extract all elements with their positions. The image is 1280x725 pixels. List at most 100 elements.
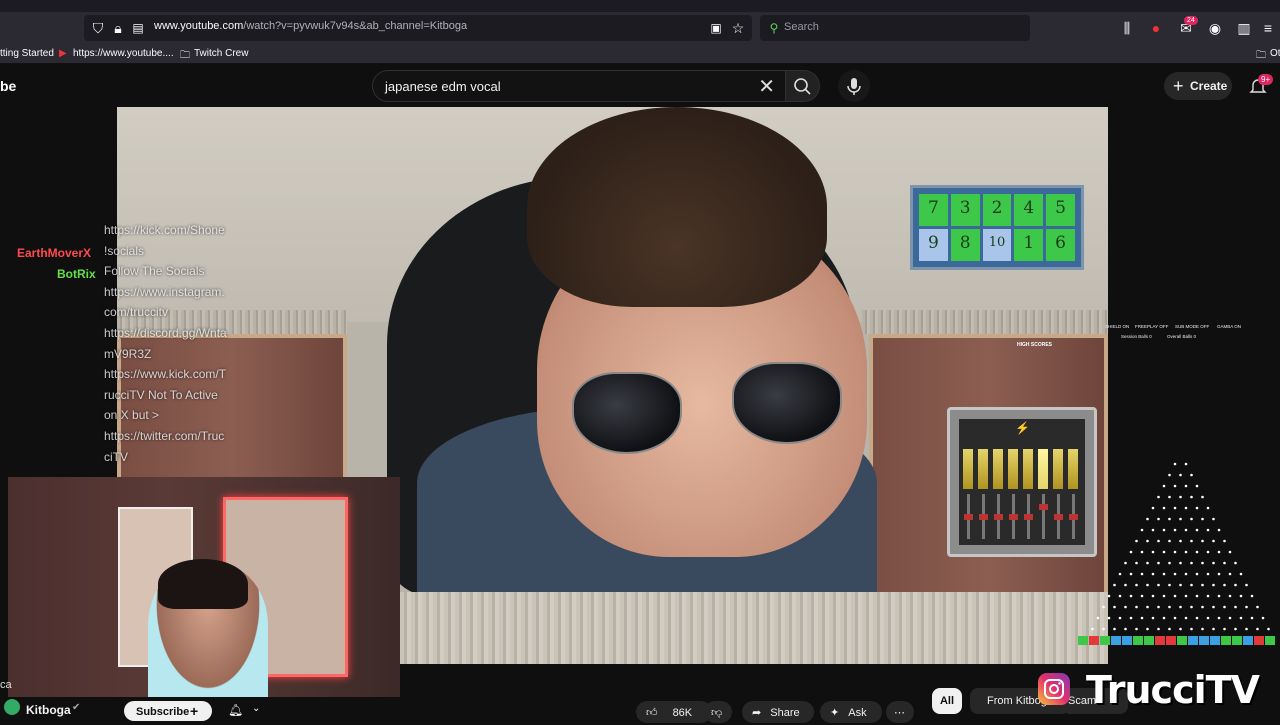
browser-search-box[interactable]: ⚲ Search <box>760 15 1030 41</box>
youtube-search-input[interactable]: japanese edm vocal ✕ <box>372 70 786 102</box>
plinko-peg <box>1118 594 1122 598</box>
plinko-peg <box>1168 627 1171 631</box>
clear-search-icon[interactable]: ✕ <box>758 74 775 99</box>
create-button[interactable]: + Create <box>1164 72 1232 100</box>
plinko-peg <box>1173 616 1177 620</box>
grid-number: 3 <box>950 194 980 226</box>
plinko-peg <box>1146 539 1149 543</box>
plinko-peg <box>1168 495 1171 499</box>
plinko-peg <box>1184 462 1188 466</box>
webcam-person-hair <box>158 559 248 609</box>
plinko-peg <box>1162 550 1166 554</box>
extension-record-icon[interactable]: ● <box>1146 18 1166 38</box>
plinko-peg <box>1179 583 1182 587</box>
channel-avatar[interactable] <box>4 699 20 715</box>
plinko-peg <box>1173 528 1177 532</box>
grid-number: 9 <box>919 229 948 261</box>
eq-bar <box>1068 449 1078 489</box>
subscribe-button[interactable]: Subscribe + <box>124 701 212 721</box>
sparkle-icon: ✦ <box>830 707 840 719</box>
search-button[interactable] <box>786 70 820 102</box>
plinko-peg <box>1124 561 1127 565</box>
page-info-icon[interactable]: ▤ <box>128 18 148 38</box>
plinko-peg <box>1102 605 1105 609</box>
plinko-peg <box>1212 561 1215 565</box>
plinko-peg <box>1217 594 1221 598</box>
plinko-peg <box>1184 572 1188 576</box>
share-icon: ➦ <box>752 707 762 719</box>
channel-name[interactable]: Kitboga <box>26 703 71 717</box>
eq-knob <box>1069 514 1078 520</box>
sunglasses-left-lens <box>572 372 682 454</box>
bookmark-star-icon[interactable]: ☆ <box>728 18 748 38</box>
extensions-icon[interactable]: ▥ <box>1234 18 1254 38</box>
plus-icon: + <box>190 703 199 719</box>
plinko-peg <box>1195 594 1199 598</box>
lock-icon[interactable]: 🔒︎ <box>108 18 128 38</box>
plinko-peg <box>1261 616 1265 620</box>
plinko-peg <box>1228 550 1232 554</box>
plinko-peg <box>1129 572 1133 576</box>
bookmark-other[interactable]: Ot <box>1270 48 1280 59</box>
bell-icon[interactable]: 🔔︎ <box>228 703 243 717</box>
shield-icon[interactable]: ⛉ <box>88 18 108 38</box>
plinko-peg <box>1179 561 1182 565</box>
plinko-peg <box>1091 627 1094 631</box>
chat-line: com/truccitv <box>104 305 169 320</box>
plinko-peg <box>1173 572 1177 576</box>
plinko-peg <box>1217 550 1221 554</box>
plinko-peg <box>1228 616 1232 620</box>
counter-front <box>400 592 1108 664</box>
plinko-peg <box>1195 528 1199 532</box>
browser-toolbar: ⛉ 🔒︎ ▤ www.youtube.com/watch?v=pyvwuk7v9… <box>0 12 1280 44</box>
youtube-logo[interactable]: be <box>0 78 16 94</box>
plinko-bucket <box>1089 636 1099 645</box>
plinko-peg <box>1157 583 1160 587</box>
chat-username: BotRix <box>57 267 96 281</box>
chip-all[interactable]: All <box>932 688 962 714</box>
plinko-peg <box>1179 473 1182 477</box>
plinko-peg <box>1190 495 1193 499</box>
plinko-peg <box>1217 572 1221 576</box>
plinko-pegs <box>1091 462 1270 631</box>
chat-line: https://discord.gg/Wnta <box>104 325 227 340</box>
url-text[interactable]: www.youtube.com/watch?v=pyvwuk7v94s&ab_c… <box>154 20 467 32</box>
plinko-peg <box>1190 605 1193 609</box>
plinko-peg <box>1168 517 1171 521</box>
menu-icon[interactable]: ≡ <box>1258 18 1278 38</box>
eq-bar <box>1023 449 1033 489</box>
overall-balls: Overall Balls 0 <box>1167 334 1197 339</box>
plinko-peg <box>1195 484 1199 488</box>
bookmark-twitch-crew[interactable]: Twitch Crew <box>194 48 248 59</box>
plinko-peg <box>1173 506 1177 510</box>
reader-view-icon[interactable]: ▣ <box>706 18 726 38</box>
notification-badge: 9+ <box>1258 74 1274 85</box>
plinko-peg <box>1223 605 1226 609</box>
bookmark-youtube[interactable]: https://www.youtube.... <box>73 48 174 59</box>
folder-icon: 🗀 <box>1256 50 1266 61</box>
plinko-peg <box>1157 561 1160 565</box>
account-icon[interactable]: ◉ <box>1205 18 1225 38</box>
url-bar[interactable]: ⛉ 🔒︎ ▤ www.youtube.com/watch?v=pyvwuk7v9… <box>84 15 752 41</box>
eq-bar <box>978 449 988 489</box>
plinko-peg <box>1135 561 1138 565</box>
sunglasses-right-lens <box>732 362 842 444</box>
plinko-peg <box>1206 572 1210 576</box>
plinko-peg <box>1184 506 1188 510</box>
voice-search-button[interactable] <box>838 70 870 102</box>
plinko-peg <box>1102 627 1105 631</box>
chevron-down-icon[interactable]: ⌄ <box>252 703 260 714</box>
plinko-peg <box>1162 506 1166 510</box>
eq-bar <box>963 449 973 489</box>
stat-label: GAMBA ON <box>1217 324 1242 329</box>
plinko-peg <box>1118 616 1122 620</box>
plinko-peg <box>1223 583 1226 587</box>
bookmark-getting-started[interactable]: tting Started <box>0 48 54 59</box>
eq-bar <box>1008 449 1018 489</box>
library-icon[interactable]: ⫼ <box>1117 18 1137 38</box>
plinko-peg <box>1179 627 1182 631</box>
search-query-text: japanese edm vocal <box>385 79 501 94</box>
plinko-peg <box>1184 484 1188 488</box>
instagram-glyph <box>1044 679 1064 699</box>
plinko-peg <box>1135 605 1138 609</box>
